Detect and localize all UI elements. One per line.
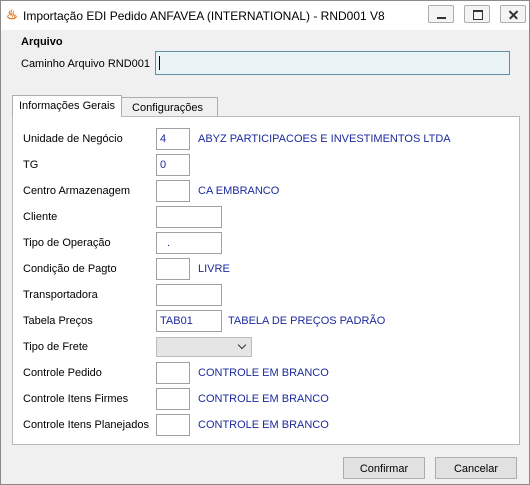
chevron-down-icon	[237, 340, 247, 350]
tabela-label: Tabela Preços	[23, 315, 93, 327]
controle-pedido-desc: CONTROLE EM BRANCO	[198, 367, 329, 379]
unidade-label: Unidade de Negócio	[23, 133, 123, 145]
tipo-operacao-input[interactable]: .	[156, 232, 222, 254]
unidade-desc: ABYZ PARTICIPACOES E INVESTIMENTOS LTDA	[198, 133, 451, 145]
fire-icon: ♨	[6, 7, 18, 22]
condicao-input[interactable]	[156, 258, 190, 280]
controle-planejados-label: Controle Itens Planejados	[23, 419, 149, 431]
controle-firmes-input[interactable]	[156, 388, 190, 410]
tab-informacoes-gerais[interactable]: Informações Gerais	[12, 95, 122, 117]
controle-planejados-desc: CONTROLE EM BRANCO	[198, 419, 329, 431]
transportadora-input[interactable]	[156, 284, 222, 306]
confirm-button[interactable]: Confirmar	[343, 457, 425, 479]
tab-configuracoes[interactable]: Configurações	[117, 97, 218, 117]
transportadora-label: Transportadora	[23, 289, 98, 301]
tipo-frete-label: Tipo de Frete	[23, 341, 89, 353]
tipo-frete-select[interactable]	[156, 337, 252, 357]
maximize-button[interactable]	[464, 5, 490, 23]
text-caret	[159, 56, 160, 70]
window-title: Importação EDI Pedido ANFAVEA (INTERNATI…	[23, 9, 385, 23]
condicao-desc: LIVRE	[198, 263, 230, 275]
controle-pedido-input[interactable]	[156, 362, 190, 384]
cancel-button[interactable]: Cancelar	[435, 457, 517, 479]
tg-input[interactable]: 0	[156, 154, 190, 176]
controle-firmes-desc: CONTROLE EM BRANCO	[198, 393, 329, 405]
centro-desc: CA EMBRANCO	[198, 185, 280, 197]
tipo-operacao-label: Tipo de Operação	[23, 237, 111, 249]
cliente-input[interactable]	[156, 206, 222, 228]
unidade-input[interactable]: 4	[156, 128, 190, 150]
controle-firmes-label: Controle Itens Firmes	[23, 393, 129, 405]
tabela-desc: TABELA DE PREÇOS PADRÃO	[228, 315, 386, 327]
path-label: Caminho Arquivo RND001	[21, 58, 151, 70]
centro-label: Centro Armazenagem	[23, 185, 130, 197]
centro-input[interactable]	[156, 180, 190, 202]
arquivo-group-title: Arquivo	[21, 36, 63, 48]
tabela-input[interactable]: TAB01	[156, 310, 222, 332]
controle-pedido-label: Controle Pedido	[23, 367, 102, 379]
path-input[interactable]	[155, 51, 510, 75]
condicao-label: Condição de Pagto	[23, 263, 117, 275]
minimize-button[interactable]	[428, 5, 454, 23]
main-window: ♨ Importação EDI Pedido ANFAVEA (INTERNA…	[0, 0, 530, 485]
title-bar[interactable]: ♨ Importação EDI Pedido ANFAVEA (INTERNA…	[1, 1, 529, 30]
controle-planejados-input[interactable]	[156, 414, 190, 436]
cliente-label: Cliente	[23, 211, 58, 223]
tg-label: TG	[23, 159, 39, 171]
close-button[interactable]	[500, 5, 526, 23]
